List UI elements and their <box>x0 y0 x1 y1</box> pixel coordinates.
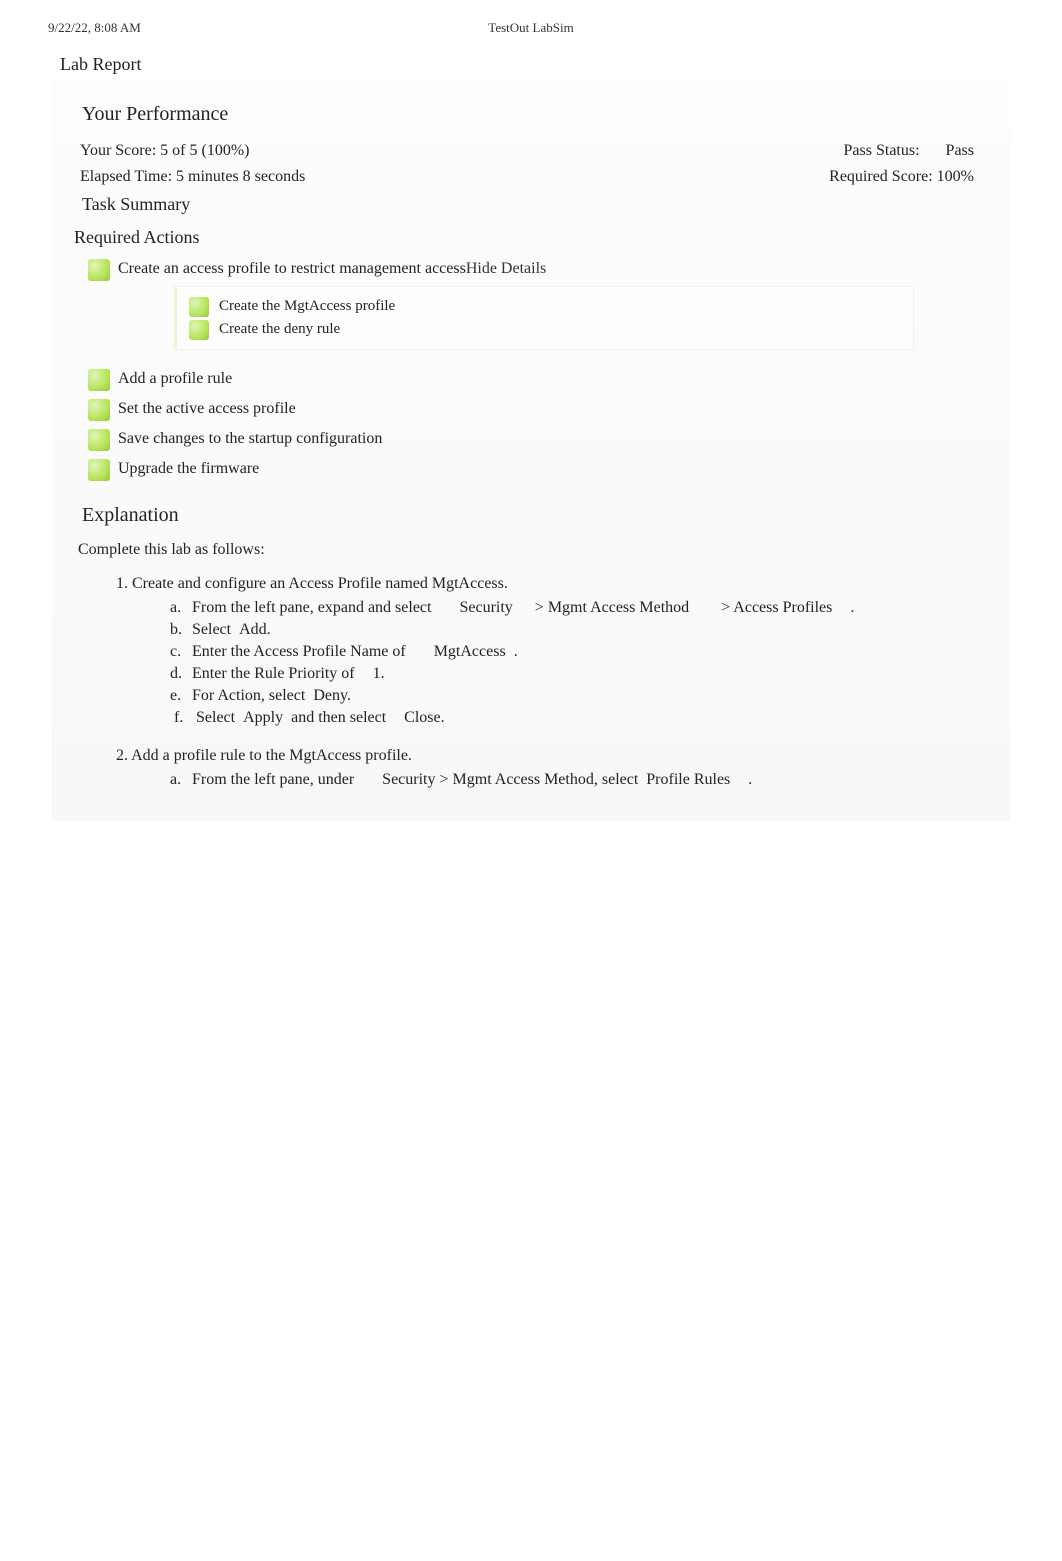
substep-item: b. Select Add. <box>170 619 1010 641</box>
task-item: Save changes to the startup configuratio… <box>88 424 1010 454</box>
explanation-intro: Complete this lab as follows: <box>78 541 1010 559</box>
step-title: Add a profile rule to the MgtAccess prof… <box>131 747 412 764</box>
check-icon <box>88 369 110 391</box>
step-item: 2. Add a profile rule to the MgtAccess p… <box>116 747 1010 791</box>
task-item: Create an access profile to restrict man… <box>88 254 1010 364</box>
task-text: Set the active access profile <box>118 400 296 417</box>
substep-item: e. For Action, select Deny. <box>170 685 1010 707</box>
kw-mgmt-access-method: Mgmt Access Method <box>453 771 594 788</box>
substep-marker: c. <box>170 643 188 661</box>
substeps: a. From the left pane, expand and select… <box>170 597 1010 729</box>
step-item: 1. Create and configure an Access Profil… <box>116 575 1010 729</box>
step-number: 2. <box>116 747 128 764</box>
kw-close: Close <box>404 709 440 726</box>
kw-mgtaccess: MgtAccess <box>434 643 506 660</box>
substep-post: . <box>441 709 445 726</box>
pass-status: Pass Status: Pass <box>844 142 974 160</box>
substep-post: . <box>850 599 854 616</box>
substep-marker: f. <box>174 709 192 727</box>
task-item: Set the active access profile <box>88 394 1010 424</box>
task-sub-details: Create the MgtAccess profile Create the … <box>174 286 914 350</box>
substep-marker: d. <box>170 665 188 683</box>
elapsed-time-label: Elapsed Time: 5 minutes 8 seconds <box>80 168 305 186</box>
substep-item: a. From the left pane, under Security > M… <box>170 769 1010 791</box>
kw-apply: Apply <box>243 709 283 726</box>
kw-deny: Deny <box>313 687 347 704</box>
task-text: Save changes to the startup configuratio… <box>118 430 382 447</box>
substep-pre: Select <box>196 709 235 726</box>
explanation-heading: Explanation <box>82 504 1010 527</box>
sub-task-text: Create the deny rule <box>219 321 340 337</box>
task-text: Create an access profile to restrict man… <box>118 260 466 277</box>
step-title: Create and configure an Access Profile n… <box>132 575 508 592</box>
substep-post: . <box>267 621 271 638</box>
kw-security: Security <box>382 771 435 788</box>
step-number: 1. <box>116 575 128 592</box>
task-text: Add a profile rule <box>118 370 232 387</box>
sub-task-item: Create the deny rule <box>189 318 901 341</box>
mid: and then select <box>287 709 386 726</box>
substep-post: . <box>748 771 752 788</box>
sub-task-text: Create the MgtAccess profile <box>219 298 395 314</box>
kw-security: Security <box>459 599 512 616</box>
report-body: Your Performance Your Score: 5 of 5 (100… <box>52 81 1010 821</box>
sub-task-item: Create the MgtAccess profile <box>189 295 901 318</box>
sep: > <box>531 599 548 616</box>
substep-pre: From the left pane, expand and select <box>192 599 431 616</box>
substeps: a. From the left pane, under Security > M… <box>170 769 1010 791</box>
substep-marker: a. <box>170 771 188 789</box>
substep-pre: Enter the Access Profile Name of <box>192 643 406 660</box>
performance-heading: Your Performance <box>82 103 1010 126</box>
sep: > <box>717 599 733 616</box>
substep-item: d. Enter the Rule Priority of 1. <box>170 663 1010 685</box>
task-summary-heading: Task Summary <box>82 194 1010 215</box>
kw-one: 1 <box>373 665 381 682</box>
substep-post: . <box>347 687 351 704</box>
substep-pre: Select <box>192 621 231 638</box>
substep-post: . <box>514 643 518 660</box>
check-icon <box>88 399 110 421</box>
substep-pre: Enter the Rule Priority of <box>192 665 355 682</box>
check-icon <box>88 459 110 481</box>
task-text: Upgrade the firmware <box>118 460 259 477</box>
lab-report-title: Lab Report <box>60 54 1014 75</box>
task-item: Upgrade the firmware <box>88 454 1010 484</box>
substep-item: f. Select Apply and then select Close. <box>170 707 1010 729</box>
sep: > <box>436 771 453 788</box>
substep-item: a. From the left pane, expand and select… <box>170 597 1010 619</box>
check-icon <box>189 297 209 317</box>
substep-pre: For Action, select <box>192 687 305 704</box>
header-title: TestOut LabSim <box>488 20 573 36</box>
performance-time-row: Elapsed Time: 5 minutes 8 seconds Requir… <box>52 164 1010 190</box>
performance-score-row: Your Score: 5 of 5 (100%) Pass Status: P… <box>52 138 1010 164</box>
task-list: Create an access profile to restrict man… <box>88 254 1010 484</box>
required-actions-label: Required Actions <box>74 227 1010 248</box>
check-icon <box>189 320 209 340</box>
mid: , select <box>594 771 638 788</box>
task-item: Add a profile rule <box>88 364 1010 394</box>
your-score-label: Your Score: 5 of 5 (100%) <box>80 142 249 160</box>
hide-details-link[interactable]: Hide Details <box>466 260 546 277</box>
substep-marker: b. <box>170 621 188 639</box>
check-icon <box>88 259 110 281</box>
pass-status-label: Pass Status: <box>844 142 920 159</box>
kw-mgmt-access-method: Mgmt Access Method <box>548 599 689 616</box>
required-score-label: Required Score: 100% <box>829 168 974 186</box>
explanation-steps: 1. Create and configure an Access Profil… <box>116 575 1010 791</box>
page-header: 9/22/22, 8:08 AM TestOut LabSim <box>48 20 1014 36</box>
kw-add: Add <box>239 621 267 638</box>
substep-pre: From the left pane, under <box>192 771 354 788</box>
pass-status-value: Pass <box>946 142 974 159</box>
substep-marker: e. <box>170 687 188 705</box>
substep-post: . <box>381 665 385 682</box>
substep-item: c. Enter the Access Profile Name of MgtAc… <box>170 641 1010 663</box>
check-icon <box>88 429 110 451</box>
header-datetime: 9/22/22, 8:08 AM <box>48 20 141 36</box>
kw-access-profiles: Access Profiles <box>733 599 832 616</box>
substep-marker: a. <box>170 599 188 617</box>
kw-profile-rules: Profile Rules <box>646 771 730 788</box>
